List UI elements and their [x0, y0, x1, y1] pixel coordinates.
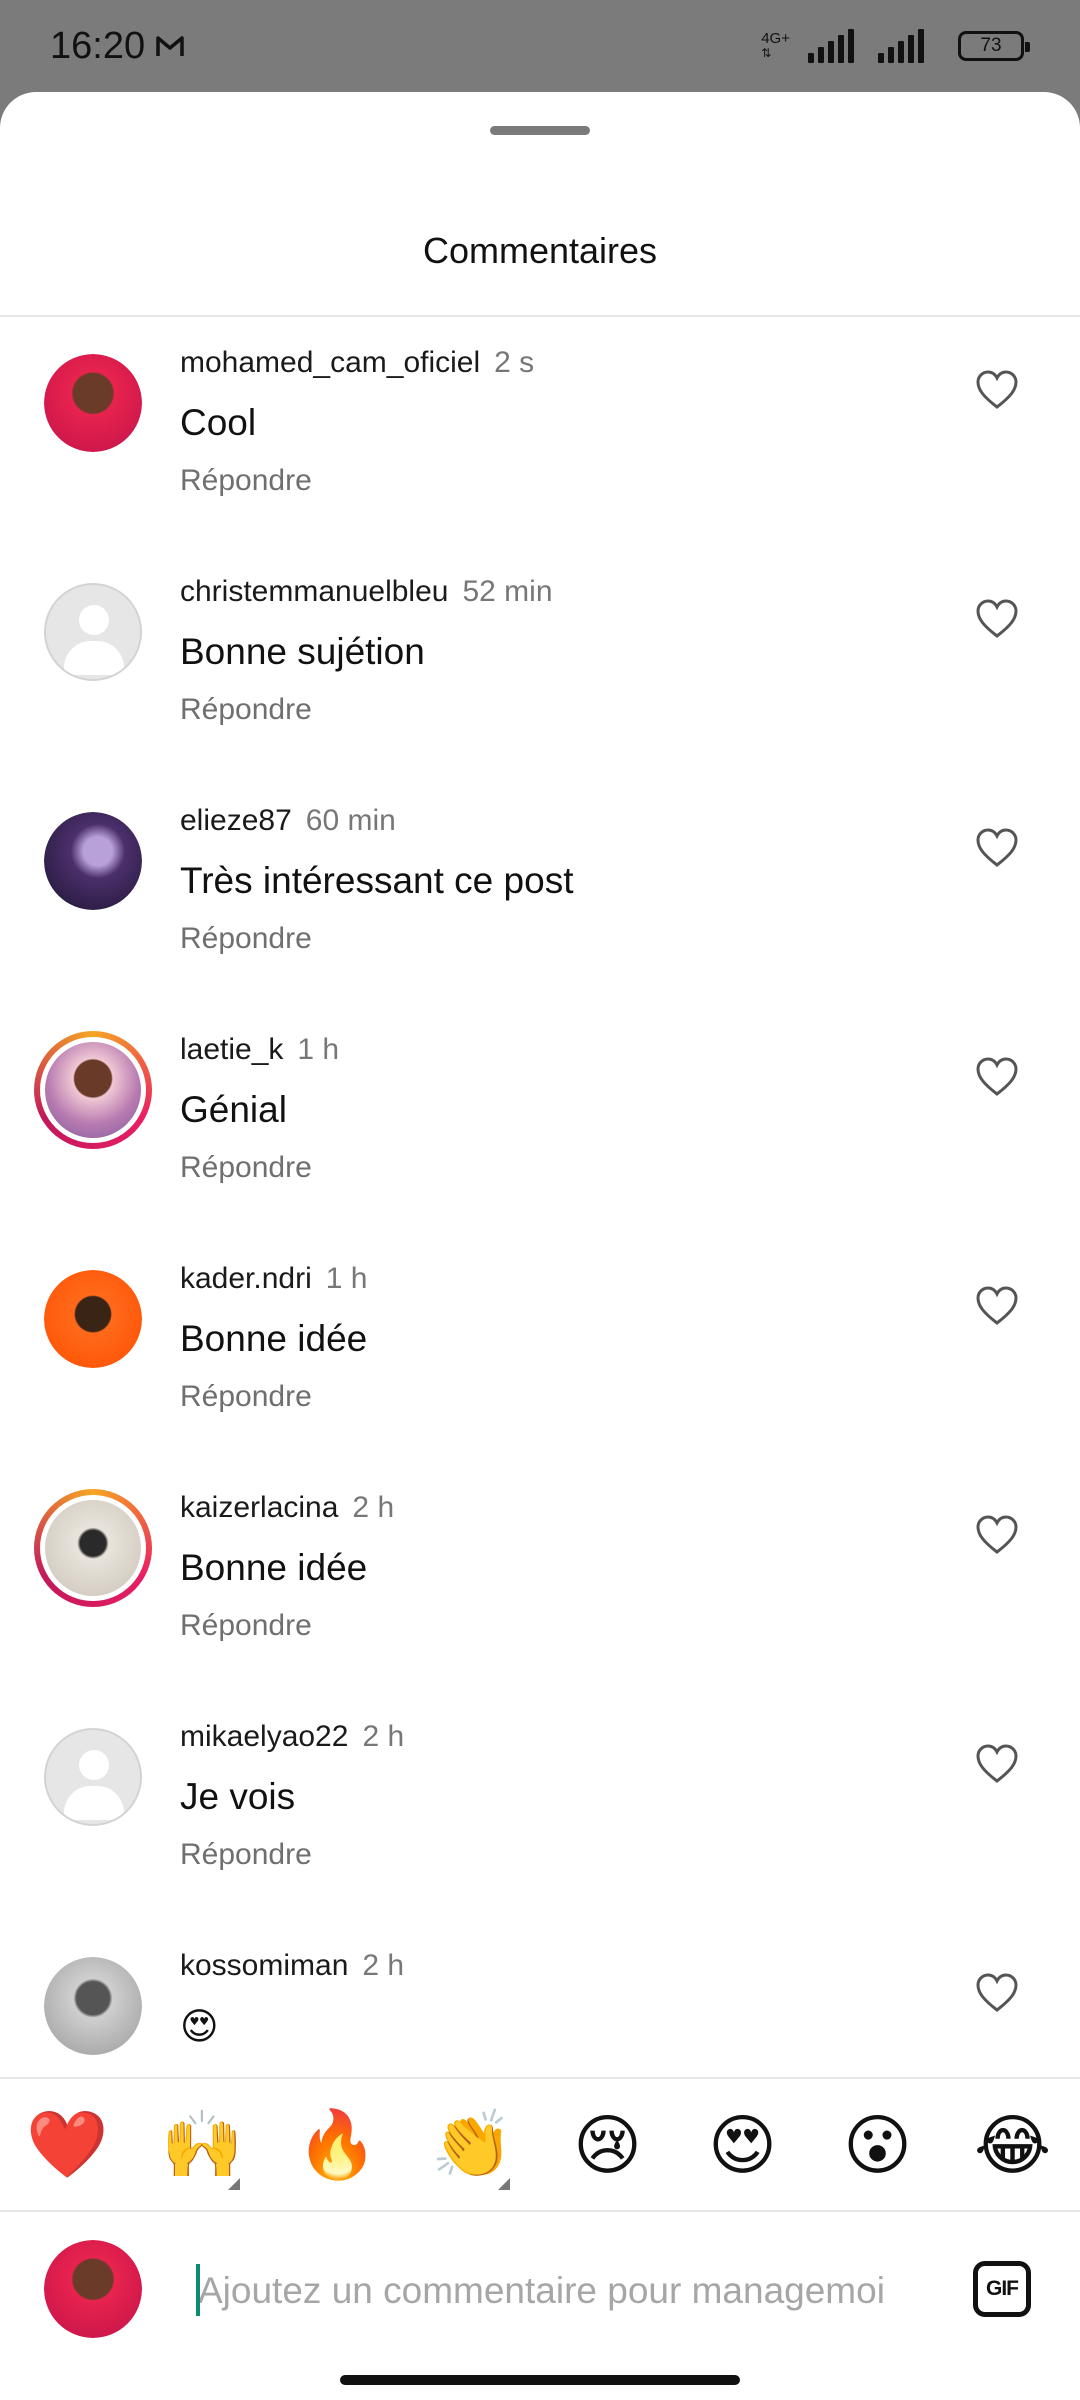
- heart-icon[interactable]: [974, 1972, 1020, 2014]
- reply-button[interactable]: Répondre: [180, 464, 312, 498]
- comment-text: Bonne idée: [180, 1547, 368, 1588]
- comment-text: Cool: [180, 402, 257, 443]
- sheet-title: Commentaires: [422, 230, 658, 271]
- comment-username[interactable]: christemmanuelbleu: [180, 575, 448, 608]
- home-indicator[interactable]: [340, 2375, 740, 2385]
- emoji-heart[interactable]: ❤️: [13, 2106, 123, 2184]
- battery-icon: 73: [958, 31, 1030, 61]
- comment-time: 2 h: [362, 1949, 405, 1982]
- heart-icon[interactable]: [974, 1056, 1020, 1098]
- comment-text: Bonne sujétion: [180, 631, 425, 672]
- comment-username[interactable]: kader.ndri: [180, 1262, 312, 1295]
- gmail-notification-icon: [155, 25, 185, 68]
- comment-time: 60 min: [305, 804, 396, 837]
- reply-button[interactable]: Répondre: [180, 1151, 312, 1185]
- avatar[interactable]: [44, 583, 142, 681]
- status-time: 16:20: [50, 24, 146, 67]
- comment-item: christemmanuelbleu 52 min Bonne sujétion …: [0, 553, 1080, 782]
- emoji-raised-hands[interactable]: 🙌: [148, 2106, 258, 2190]
- heart-icon[interactable]: [974, 598, 1020, 640]
- gif-button[interactable]: GIF: [973, 2261, 1031, 2317]
- comment-username[interactable]: kossomiman: [180, 1949, 348, 1982]
- status-bar: 16:20 4G+ ⇅ 73: [0, 0, 1080, 92]
- reply-button[interactable]: Répondre: [180, 922, 312, 956]
- emoji-glyph: 🙌: [161, 2106, 244, 2183]
- emoji-laughing[interactable]: 😂: [958, 2107, 1068, 2184]
- comment-item: mohamed_cam_oficiel 2 s Cool Répondre: [0, 324, 1080, 553]
- avatar[interactable]: [44, 354, 142, 452]
- comment-username[interactable]: kaizerlacina: [180, 1491, 338, 1524]
- emoji-glyph: 👏: [431, 2106, 514, 2183]
- comment-username[interactable]: laetie_k: [180, 1033, 283, 1066]
- comment-item: kaizerlacina 2 h Bonne idée Répondre: [0, 1469, 1080, 1698]
- comment-text: 😍: [180, 2005, 219, 2048]
- emoji-heart-eyes[interactable]: 😍: [688, 2107, 798, 2184]
- divider: [0, 315, 1080, 317]
- text-cursor: [196, 2264, 200, 2316]
- comment-time: 1 h: [325, 1262, 368, 1295]
- signal-icon: [808, 29, 854, 63]
- comment-composer: GIF: [0, 2212, 1080, 2367]
- comment-text: Très intéressant ce post: [180, 860, 574, 901]
- comment-input[interactable]: [196, 2260, 940, 2322]
- emoji-clapping[interactable]: 👏: [418, 2106, 528, 2190]
- skin-tone-indicator: [227, 2178, 240, 2190]
- avatar[interactable]: [44, 1728, 142, 1826]
- comment-text: Bonne idée: [180, 1318, 368, 1359]
- emoji-crying[interactable]: 😢: [553, 2107, 663, 2184]
- skin-tone-indicator: [497, 2178, 510, 2190]
- heart-icon[interactable]: [974, 1285, 1020, 1327]
- comment-item: kader.ndri 1 h Bonne idée Répondre: [0, 1240, 1080, 1469]
- avatar-story-ring[interactable]: [34, 1489, 152, 1607]
- comment-username[interactable]: mohamed_cam_oficiel: [180, 346, 480, 379]
- comment-text: Je vois: [180, 1776, 296, 1817]
- avatar[interactable]: [44, 1957, 142, 2055]
- drag-handle[interactable]: [490, 126, 590, 135]
- heart-icon[interactable]: [974, 1743, 1020, 1785]
- avatar[interactable]: [44, 1270, 142, 1368]
- heart-icon[interactable]: [974, 827, 1020, 869]
- battery-level: 73: [980, 35, 1002, 56]
- reply-button[interactable]: Répondre: [180, 693, 312, 727]
- current-user-avatar: [44, 2240, 142, 2338]
- comment-time: 1 h: [297, 1033, 340, 1066]
- comment-item: elieze87 60 min Très intéressant ce post …: [0, 782, 1080, 1011]
- comment-list[interactable]: mohamed_cam_oficiel 2 s Cool Répondre chr…: [0, 324, 1080, 2166]
- comment-item: mikaelyao22 2 h Je vois Répondre: [0, 1698, 1080, 1927]
- comment-time: 52 min: [462, 575, 553, 608]
- comments-sheet: Commentaires mohamed_cam_oficiel 2 s Cool…: [0, 92, 1080, 2400]
- signal-icon-2: [878, 29, 924, 63]
- reply-button[interactable]: Répondre: [180, 1609, 312, 1643]
- comment-username[interactable]: elieze87: [180, 804, 292, 837]
- comment-time: 2 h: [352, 1491, 395, 1524]
- emoji-surprised[interactable]: 😮: [823, 2107, 933, 2184]
- comment-username[interactable]: mikaelyao22: [180, 1720, 348, 1753]
- comment-text: Génial: [180, 1089, 287, 1130]
- status-bar-left: 16:20: [50, 25, 185, 68]
- avatar[interactable]: [44, 812, 142, 910]
- avatar-story-ring[interactable]: [34, 1031, 152, 1149]
- reply-button[interactable]: Répondre: [180, 1838, 312, 1872]
- comment-item: laetie_k 1 h Génial Répondre: [0, 1011, 1080, 1240]
- emoji-fire[interactable]: 🔥: [283, 2106, 393, 2184]
- heart-icon[interactable]: [974, 1514, 1020, 1556]
- reply-button[interactable]: Répondre: [180, 1380, 312, 1414]
- quick-emoji-bar: ❤️ 🙌 🔥 👏 😢 😍 😮 😂: [0, 2079, 1080, 2211]
- status-bar-right: 4G+ ⇅ 73: [761, 29, 1030, 63]
- comment-time: 2 h: [362, 1720, 405, 1753]
- heart-icon[interactable]: [974, 369, 1020, 411]
- network-type: 4G+ ⇅: [761, 30, 790, 60]
- comment-time: 2 s: [494, 346, 535, 379]
